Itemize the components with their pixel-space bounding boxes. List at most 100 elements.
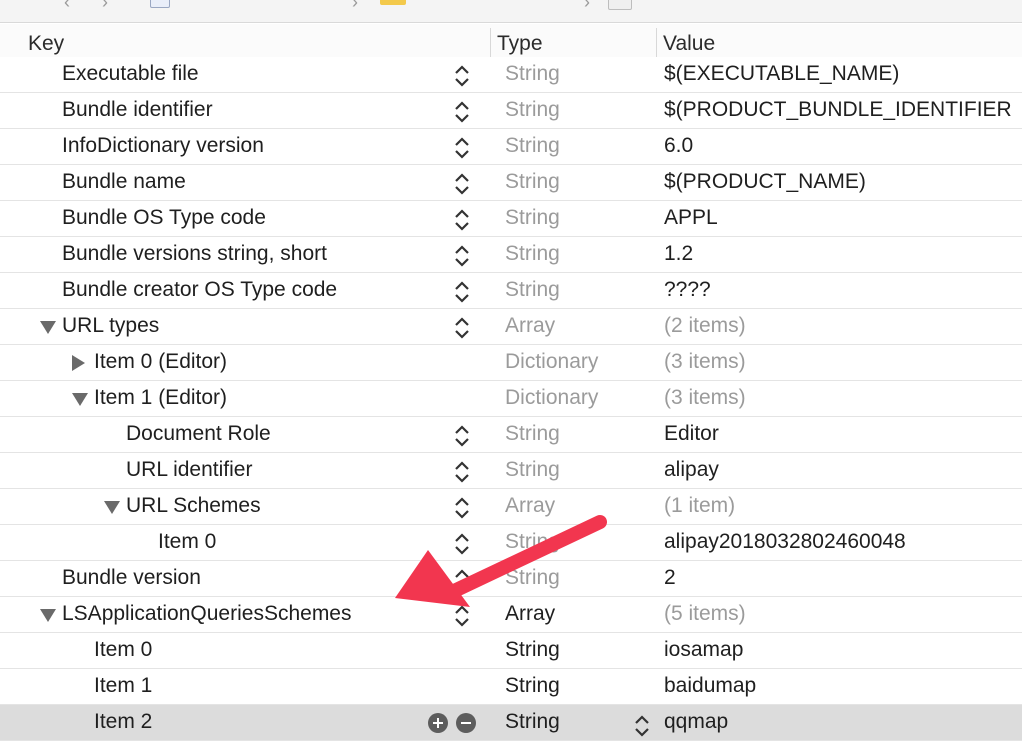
- plist-row[interactable]: Item 1 (Editor) Dictionary (3 items): [0, 381, 1022, 417]
- key-stepper-icon[interactable]: [453, 171, 471, 197]
- plist-row[interactable]: URL Schemes Array (1 item): [0, 489, 1022, 525]
- plist-row[interactable]: Bundle versions string, short String 1.2: [0, 237, 1022, 273]
- key-stepper-icon[interactable]: [453, 99, 471, 125]
- key-stepper-icon[interactable]: [453, 567, 471, 593]
- key-column-header[interactable]: Key: [28, 32, 64, 56]
- row-key[interactable]: LSApplicationQueriesSchemes: [62, 602, 352, 626]
- row-type[interactable]: String: [505, 422, 560, 446]
- plist-row[interactable]: Document Role String Editor: [0, 417, 1022, 453]
- row-value[interactable]: alipay: [664, 458, 719, 482]
- row-value[interactable]: $(PRODUCT_BUNDLE_IDENTIFIER: [664, 98, 1012, 122]
- row-value[interactable]: qqmap: [664, 710, 728, 734]
- row-type[interactable]: String: [505, 62, 560, 86]
- row-type[interactable]: String: [505, 638, 560, 662]
- plist-row[interactable]: LSApplicationQueriesSchemes Array (5 items…: [0, 597, 1022, 633]
- row-value[interactable]: APPL: [664, 206, 718, 230]
- key-stepper-icon[interactable]: [453, 63, 471, 89]
- row-value[interactable]: 2: [664, 566, 676, 590]
- disclosure-triangle-expanded-icon[interactable]: [40, 321, 56, 334]
- plist-row[interactable]: Bundle OS Type code String APPL: [0, 201, 1022, 237]
- row-value[interactable]: $(PRODUCT_NAME): [664, 170, 866, 194]
- type-stepper-icon[interactable]: [633, 713, 651, 739]
- key-stepper-icon[interactable]: [453, 135, 471, 161]
- plist-row[interactable]: URL identifier String alipay: [0, 453, 1022, 489]
- row-key[interactable]: Item 1: [94, 674, 152, 698]
- row-key[interactable]: Item 0: [94, 638, 152, 662]
- row-key[interactable]: Document Role: [126, 422, 271, 446]
- row-key[interactable]: URL identifier: [126, 458, 252, 482]
- row-key[interactable]: Bundle identifier: [62, 98, 213, 122]
- row-key[interactable]: Bundle OS Type code: [62, 206, 266, 230]
- row-value[interactable]: $(EXECUTABLE_NAME): [664, 62, 899, 86]
- key-stepper-icon[interactable]: [453, 279, 471, 305]
- breadcrumb-separator-icon: ›: [584, 0, 590, 12]
- row-type[interactable]: String: [505, 566, 560, 590]
- row-key[interactable]: Item 1 (Editor): [94, 386, 227, 410]
- key-stepper-icon[interactable]: [453, 315, 471, 341]
- back-chevron-icon[interactable]: ‹: [64, 0, 70, 13]
- key-stepper-icon[interactable]: [453, 531, 471, 557]
- key-stepper-icon[interactable]: [453, 495, 471, 521]
- plist-row[interactable]: Bundle version String 2: [0, 561, 1022, 597]
- row-type[interactable]: String: [505, 98, 560, 122]
- key-stepper-icon[interactable]: [453, 207, 471, 233]
- disclosure-triangle-expanded-icon[interactable]: [72, 393, 88, 406]
- disclosure-triangle-collapsed-icon[interactable]: [72, 355, 85, 371]
- row-type[interactable]: String: [505, 674, 560, 698]
- row-value[interactable]: alipay2018032802460048: [664, 530, 906, 554]
- row-value[interactable]: baidumap: [664, 674, 756, 698]
- row-key[interactable]: URL types: [62, 314, 159, 338]
- row-type[interactable]: String: [505, 170, 560, 194]
- remove-row-button[interactable]: [456, 713, 476, 733]
- row-type[interactable]: String: [505, 278, 560, 302]
- row-key[interactable]: URL Schemes: [126, 494, 261, 518]
- key-stepper-icon[interactable]: [453, 603, 471, 629]
- forward-chevron-icon[interactable]: ›: [102, 0, 108, 13]
- row-key[interactable]: Bundle version: [62, 566, 201, 590]
- plist-row[interactable]: Item 0 (Editor) Dictionary (3 items): [0, 345, 1022, 381]
- plist-file-icon: [608, 0, 632, 10]
- key-stepper-icon[interactable]: [453, 243, 471, 269]
- row-type[interactable]: Dictionary: [505, 386, 598, 410]
- row-key[interactable]: Bundle creator OS Type code: [62, 278, 337, 302]
- row-type[interactable]: String: [505, 134, 560, 158]
- row-type[interactable]: String: [505, 530, 560, 554]
- plist-row[interactable]: Bundle name String $(PRODUCT_NAME): [0, 165, 1022, 201]
- row-type[interactable]: Array: [505, 314, 555, 338]
- disclosure-triangle-expanded-icon[interactable]: [40, 609, 56, 622]
- row-type[interactable]: String: [505, 242, 560, 266]
- plist-row[interactable]: Bundle identifier String $(PRODUCT_BUNDLE_…: [0, 93, 1022, 129]
- row-key[interactable]: Bundle versions string, short: [62, 242, 327, 266]
- row-key[interactable]: InfoDictionary version: [62, 134, 264, 158]
- plist-row[interactable]: Executable file String $(EXECUTABLE_NAME): [0, 57, 1022, 93]
- row-key[interactable]: Item 0: [158, 530, 216, 554]
- row-type[interactable]: String: [505, 458, 560, 482]
- plist-row[interactable]: Bundle creator OS Type code String????: [0, 273, 1022, 309]
- plist-row[interactable]: Item 2 String qqmap: [0, 705, 1022, 741]
- plist-row[interactable]: URL types Array (2 items): [0, 309, 1022, 345]
- row-key[interactable]: Executable file: [62, 62, 199, 86]
- row-type[interactable]: Array: [505, 602, 555, 626]
- add-row-button[interactable]: [428, 713, 448, 733]
- row-type[interactable]: Array: [505, 494, 555, 518]
- disclosure-triangle-expanded-icon[interactable]: [104, 501, 120, 514]
- plist-row[interactable]: Item 1 String baidumap: [0, 669, 1022, 705]
- row-value[interactable]: ????: [664, 278, 711, 302]
- plist-row[interactable]: Item 0 String iosamap: [0, 633, 1022, 669]
- value-column-header[interactable]: Value: [663, 32, 715, 56]
- key-stepper-icon[interactable]: [453, 459, 471, 485]
- row-value[interactable]: Editor: [664, 422, 719, 446]
- row-value[interactable]: 6.0: [664, 134, 693, 158]
- row-key[interactable]: Item 0 (Editor): [94, 350, 227, 374]
- row-key[interactable]: Item 2: [94, 710, 152, 734]
- row-type[interactable]: String: [505, 710, 560, 734]
- row-type[interactable]: Dictionary: [505, 350, 598, 374]
- row-value[interactable]: 1.2: [664, 242, 693, 266]
- row-value[interactable]: iosamap: [664, 638, 743, 662]
- row-type[interactable]: String: [505, 206, 560, 230]
- plist-row[interactable]: InfoDictionary version String 6.0: [0, 129, 1022, 165]
- row-key[interactable]: Bundle name: [62, 170, 186, 194]
- key-stepper-icon[interactable]: [453, 423, 471, 449]
- type-column-header[interactable]: Type: [497, 32, 543, 56]
- plist-row[interactable]: Item 0 String alipay2018032802460048: [0, 525, 1022, 561]
